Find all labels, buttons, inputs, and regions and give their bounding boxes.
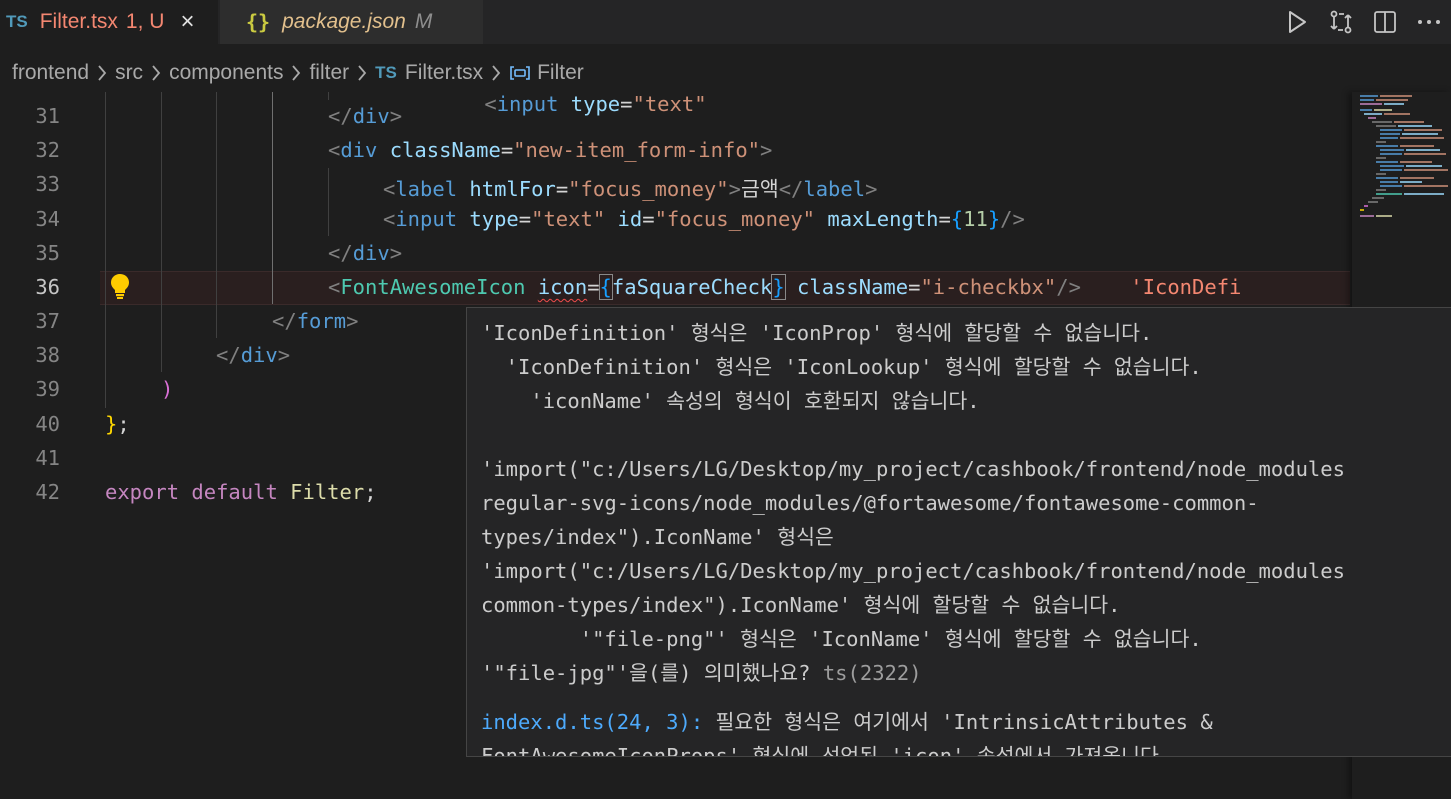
code-line: </div> <box>328 104 403 128</box>
breadcrumb-file[interactable]: Filter.tsx <box>405 61 483 85</box>
hover-message: 'IconDefinition' 형식은 'IconProp' 형식에 할당할 … <box>481 321 1345 685</box>
tab-bar: TS Filter.tsx 1, U × {} package.json M <box>0 0 1451 44</box>
chevron-right-icon <box>290 63 302 83</box>
code-line: <input type="text" id="focus_money" maxL… <box>383 207 1025 231</box>
run-icon[interactable] <box>1275 2 1319 42</box>
close-icon[interactable]: × <box>180 10 194 34</box>
line-number: 38 <box>35 343 60 367</box>
code-line: ) <box>161 377 174 401</box>
error-hover-widget[interactable]: 'IconDefinition' 형식은 'IconProp' 형식에 할당할 … <box>466 307 1451 757</box>
tab-problem-badge: 1, U <box>125 10 165 33</box>
chevron-right-icon <box>96 63 108 83</box>
breadcrumb-item[interactable]: components <box>169 61 283 85</box>
typescript-file-icon: TS <box>375 63 397 82</box>
tab-filter-tsx[interactable]: TS Filter.tsx 1, U × <box>0 0 218 44</box>
error-code: ts(2322) <box>822 661 922 685</box>
breadcrumb-item[interactable]: filter <box>309 61 349 85</box>
compare-changes-icon[interactable] <box>1319 2 1363 42</box>
tab-modified-badge: M <box>414 10 433 33</box>
line-number: 33 <box>35 172 60 196</box>
code-line: <label htmlFor="focus_money">금액</label> <box>383 177 878 201</box>
line-number: 35 <box>35 241 60 265</box>
editor-actions <box>1275 0 1451 44</box>
inline-error-text: 'IconDefi <box>1130 275 1242 299</box>
breadcrumb: frontend src components filter TS Filter… <box>0 52 1451 94</box>
line-number: 41 <box>35 446 60 470</box>
code-line: </form> <box>272 309 359 333</box>
chevron-right-icon <box>150 63 162 83</box>
tab-package-json[interactable]: {} package.json M <box>219 0 484 44</box>
code-line: }; <box>105 412 130 436</box>
tab-label: package.json <box>282 10 406 33</box>
line-number: 37 <box>35 309 60 333</box>
indent-guide <box>328 92 329 100</box>
line-number: 34 <box>35 207 60 231</box>
line-number-current: 36 <box>35 275 60 299</box>
tab-label: Filter.tsx <box>39 10 118 33</box>
more-actions-icon[interactable] <box>1407 2 1451 42</box>
related-link[interactable]: index.d.ts(24, 3): <box>481 710 703 734</box>
line-number: 32 <box>35 138 60 162</box>
code-line: </div> <box>328 241 403 265</box>
breadcrumb-item[interactable]: frontend <box>12 61 89 85</box>
chevron-right-icon <box>356 63 368 83</box>
line-number: 39 <box>35 377 60 401</box>
code-line-current: <FontAwesomeIcon icon={faSquareCheck} cl… <box>328 274 1242 300</box>
breadcrumb-symbol[interactable]: Filter <box>537 61 584 85</box>
code-line: <div className="new-item_form-info"> <box>328 138 773 162</box>
code-line: export default Filter; <box>105 480 377 504</box>
error-squiggle: icon <box>537 275 588 299</box>
breadcrumb-item[interactable]: src <box>115 61 143 85</box>
split-editor-icon[interactable] <box>1363 2 1407 42</box>
line-number: 40 <box>35 412 60 436</box>
chevron-right-icon <box>490 63 502 83</box>
typescript-file-icon: TS <box>6 12 28 31</box>
json-file-icon: {} <box>246 10 271 34</box>
related-information: index.d.ts(24, 3): 필요한 형식은 여기에서 'Intrins… <box>481 710 1213 757</box>
line-number: 42 <box>35 480 60 504</box>
symbol-variable-icon <box>509 64 531 82</box>
line-number: 31 <box>35 104 60 128</box>
code-line: </div> <box>216 343 291 367</box>
